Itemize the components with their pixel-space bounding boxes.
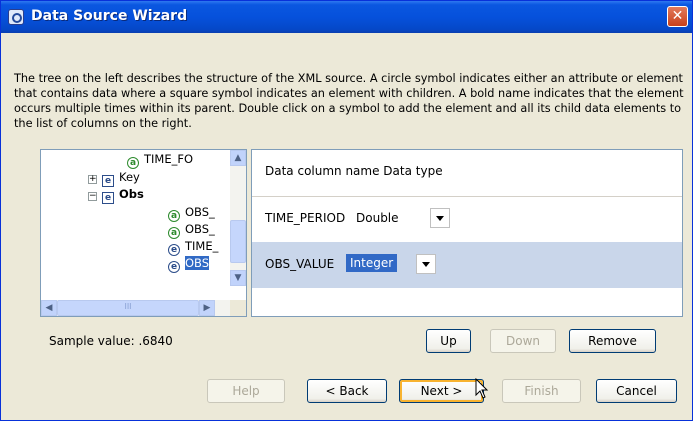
app-icon bbox=[8, 9, 24, 25]
data-type-dropdown-arrow-icon[interactable] bbox=[430, 208, 450, 228]
data-type-cell[interactable]: Double bbox=[356, 211, 399, 225]
sample-value-label: Sample value: .6840 bbox=[49, 334, 173, 348]
scroll-down-button[interactable]: ▼ bbox=[230, 270, 246, 286]
tree-item[interactable]: a TIME_FO bbox=[127, 152, 194, 169]
table-row[interactable]: TIME_PERIOD Double bbox=[252, 196, 682, 242]
scroll-thumb[interactable] bbox=[230, 220, 246, 263]
tree-item-label: TIME_FO bbox=[144, 152, 194, 166]
tree-item-label: OBS bbox=[185, 256, 210, 270]
element-square-icon[interactable]: e bbox=[102, 175, 114, 187]
up-button[interactable]: Up bbox=[426, 329, 471, 353]
attribute-circle-icon[interactable]: a bbox=[127, 157, 139, 169]
data-type-dropdown-arrow-icon[interactable] bbox=[416, 254, 436, 274]
title-bar[interactable]: Data Source Wizard ✕ bbox=[1, 1, 692, 33]
down-button[interactable]: Down bbox=[490, 329, 556, 353]
data-type-select[interactable]: Integer bbox=[346, 254, 398, 272]
table-header: Data column name Data type bbox=[252, 150, 682, 197]
mouse-pointer-icon bbox=[475, 378, 489, 399]
window-title: Data Source Wizard bbox=[31, 8, 188, 24]
tree-item[interactable]: a OBS_ bbox=[168, 222, 215, 239]
scroll-right-button[interactable]: ▶ bbox=[199, 300, 215, 316]
cancel-button[interactable]: Cancel bbox=[596, 379, 677, 403]
instructions-text: The tree on the left describes the struc… bbox=[14, 72, 684, 130]
scrollbar-corner bbox=[230, 300, 246, 316]
column-name-cell[interactable]: TIME_PERIOD bbox=[265, 211, 345, 225]
tree-vertical-scrollbar[interactable]: ▲ ▼ bbox=[230, 150, 246, 286]
horizontal-scroll-thumb[interactable]: III bbox=[57, 300, 199, 316]
remove-button[interactable]: Remove bbox=[569, 329, 656, 353]
close-button[interactable]: ✕ bbox=[667, 6, 688, 27]
attribute-circle-icon[interactable]: a bbox=[168, 227, 180, 239]
columns-table[interactable]: Data column name Data type TIME_PERIOD D… bbox=[251, 149, 683, 317]
expand-icon[interactable]: + bbox=[88, 175, 97, 184]
tree-item[interactable]: e TIME_ bbox=[168, 239, 219, 256]
column-name-cell[interactable]: OBS_VALUE bbox=[265, 257, 334, 271]
collapse-icon[interactable]: − bbox=[88, 192, 97, 201]
finish-button[interactable]: Finish bbox=[502, 379, 581, 403]
element-circle-icon[interactable]: e bbox=[168, 244, 180, 256]
help-button[interactable]: Help bbox=[207, 379, 285, 403]
back-button[interactable]: < Back bbox=[307, 379, 387, 403]
next-button[interactable]: Next > bbox=[399, 379, 484, 403]
attribute-circle-icon[interactable]: a bbox=[168, 210, 180, 222]
tree-item-label: OBS_ bbox=[185, 205, 215, 219]
tree-item-label: OBS_ bbox=[185, 222, 215, 236]
tree-item-label: TIME_ bbox=[185, 239, 219, 253]
tree-item-label: Obs bbox=[119, 187, 144, 201]
xml-structure-tree[interactable]: a TIME_FO + e Key − e Obs a OBS_ a OBS_ e TIME_ … bbox=[40, 149, 247, 317]
tree-horizontal-scrollbar[interactable]: ◀ III ▶ bbox=[41, 300, 231, 316]
tree-item[interactable]: − e Obs bbox=[88, 187, 144, 204]
tree-item[interactable]: + e Key bbox=[88, 170, 140, 187]
table-row-selected[interactable]: OBS_VALUE Integer bbox=[252, 242, 682, 288]
tree-item-label: Key bbox=[119, 170, 140, 184]
tree-item[interactable]: a OBS_ bbox=[168, 205, 215, 222]
element-circle-icon[interactable]: e bbox=[168, 261, 180, 273]
scroll-up-button[interactable]: ▲ bbox=[230, 150, 246, 166]
scroll-left-button[interactable]: ◀ bbox=[41, 300, 57, 316]
tree-item-selected[interactable]: e OBS bbox=[168, 256, 210, 273]
table-header-label: Data column name Data type bbox=[265, 164, 443, 178]
element-square-icon[interactable]: e bbox=[102, 192, 114, 204]
data-source-wizard-window: Data Source Wizard ✕ The tree on the lef… bbox=[0, 0, 693, 421]
